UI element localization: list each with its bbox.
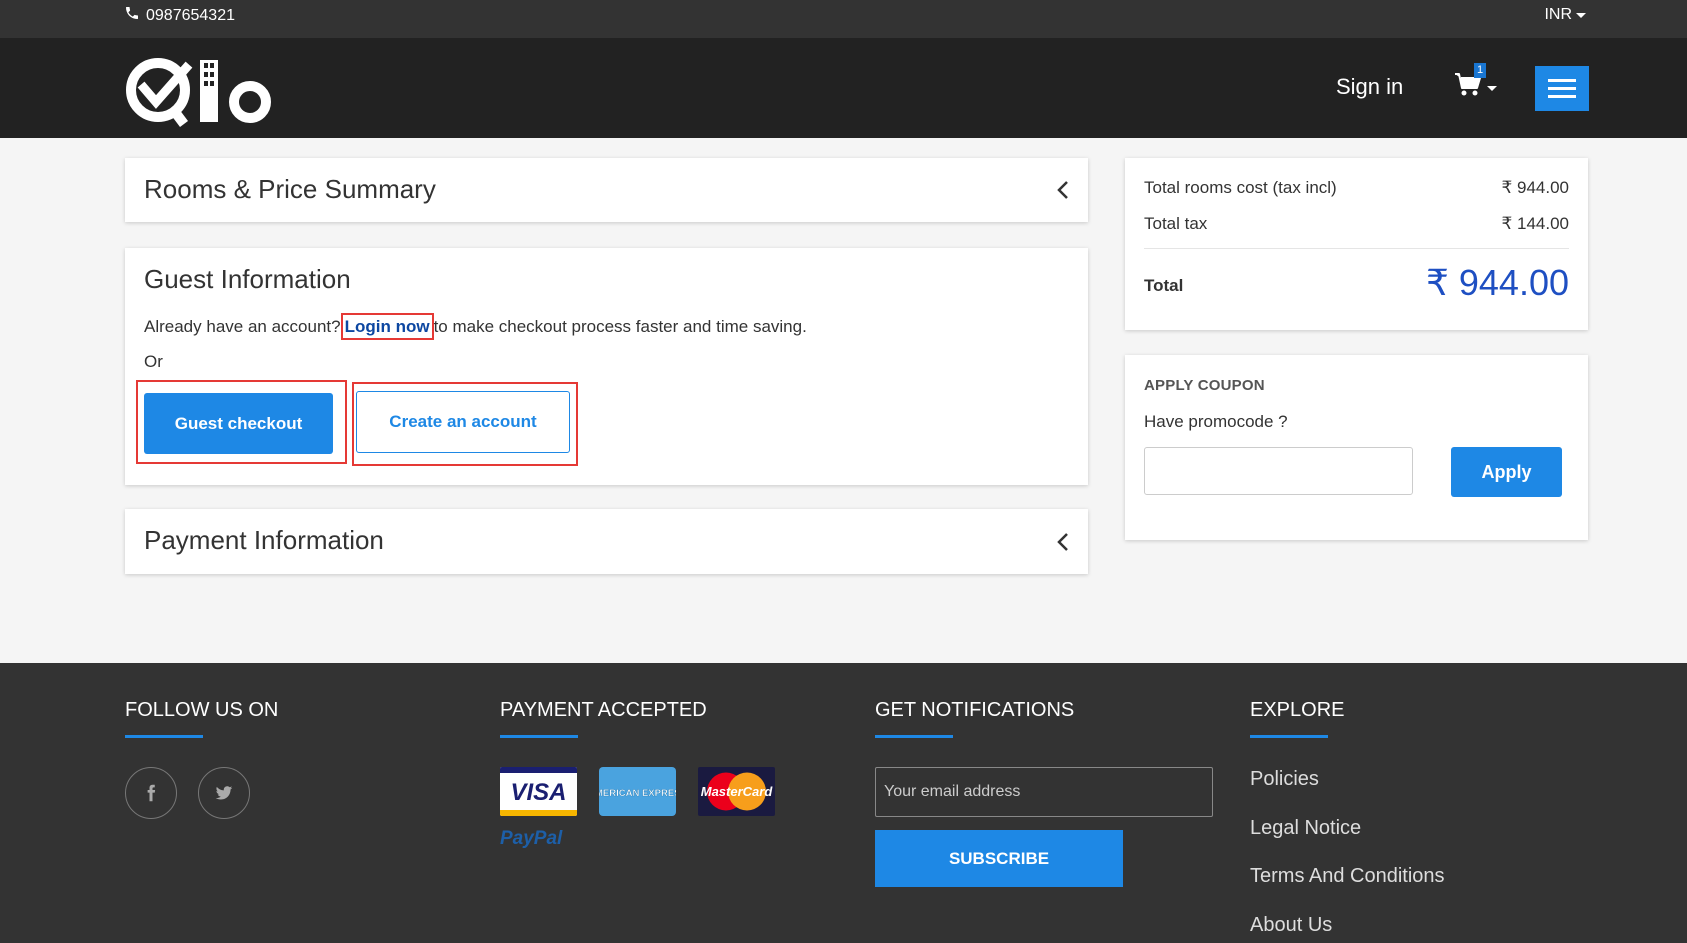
top-bar: 0987654321 INR <box>0 0 1687 38</box>
phone-number: 0987654321 <box>146 6 235 24</box>
coupon-heading: APPLY COUPON <box>1144 377 1265 394</box>
total-label: Total <box>1144 276 1184 295</box>
total-tax-value: ₹ 144.00 <box>1501 214 1569 233</box>
promocode-question: Have promocode ? <box>1144 412 1288 431</box>
account-prefix-text: Already have an account? <box>144 317 341 336</box>
payment-heading: PAYMENT ACCEPTED <box>500 699 707 721</box>
login-now-link[interactable]: Login now <box>340 313 434 340</box>
hamburger-menu-button[interactable] <box>1535 66 1589 111</box>
apply-coupon-button[interactable]: Apply <box>1451 447 1562 497</box>
payment-accepted-section: PAYMENT ACCEPTED <box>500 699 707 738</box>
visa-card-label: VISA <box>510 779 566 806</box>
paypal-logo: PayPal <box>500 828 563 849</box>
american-express-card-icon: AMERICAN EXPRESS <box>599 767 676 816</box>
price-summary-card: Total rooms cost (tax incl) ₹ 944.00 Tot… <box>1125 158 1588 330</box>
visa-card-icon: VISA <box>500 767 577 816</box>
footer-link-legal-notice[interactable]: Legal Notice <box>1250 817 1361 840</box>
rooms-price-summary-panel[interactable]: Rooms & Price Summary <box>125 158 1088 222</box>
chevron-left-icon[interactable] <box>1056 532 1070 552</box>
rooms-cost-value: ₹ 944.00 <box>1501 178 1569 197</box>
newsletter-email-input[interactable] <box>875 767 1213 817</box>
phone-icon <box>124 5 140 26</box>
explore-heading: EXPLORE <box>1250 699 1345 721</box>
total-tax-row: Total tax ₹ 144.00 <box>1144 214 1569 234</box>
account-suffix-text: to make checkout process faster and time… <box>433 317 807 336</box>
guest-checkout-button[interactable]: Guest checkout <box>144 393 333 454</box>
heading-underline <box>875 735 953 738</box>
panel-title: Rooms & Price Summary <box>144 174 436 204</box>
menu-bar <box>1548 87 1576 90</box>
menu-bar <box>1548 95 1576 98</box>
main-navbar: Sign in 1 <box>0 38 1687 138</box>
sign-in-link[interactable]: Sign in <box>1336 74 1403 100</box>
rooms-cost-label: Total rooms cost (tax incl) <box>1144 178 1337 197</box>
guest-information-panel: Guest Information Already have an accoun… <box>125 248 1088 485</box>
create-account-button[interactable]: Create an account <box>356 391 570 453</box>
panel-title: Payment Information <box>144 525 384 555</box>
heading-underline <box>1250 735 1328 738</box>
promocode-input[interactable] <box>1144 447 1413 495</box>
site-footer: FOLLOW US ON PAYMENT ACCEPTED VISA AMERI… <box>0 663 1687 943</box>
explore-section: EXPLORE <box>1250 699 1344 738</box>
payment-information-panel[interactable]: Payment Information <box>125 509 1088 574</box>
currency-label: INR <box>1544 6 1572 23</box>
rooms-cost-row: Total rooms cost (tax incl) ₹ 944.00 <box>1144 178 1569 198</box>
mastercard-label: MasterCard <box>701 784 774 799</box>
subscribe-button[interactable]: SUBSCRIBE <box>875 830 1123 887</box>
currency-selector[interactable]: INR <box>1544 6 1586 24</box>
amex-card-label: AMERICAN EXPRESS <box>599 788 676 799</box>
mastercard-card-icon: MasterCard <box>698 767 775 816</box>
footer-link-policies[interactable]: Policies <box>1250 768 1319 791</box>
phone-contact: 0987654321 <box>124 5 235 26</box>
footer-link-terms[interactable]: Terms And Conditions <box>1250 865 1445 888</box>
notifications-heading: GET NOTIFICATIONS <box>875 699 1075 721</box>
caret-down-icon <box>1487 86 1497 91</box>
cart-count-badge: 1 <box>1474 63 1487 78</box>
apply-coupon-card: APPLY COUPON Have promocode ? Apply <box>1125 355 1588 540</box>
total-tax-label: Total tax <box>1144 214 1208 233</box>
cart-button[interactable]: 1 <box>1454 63 1500 106</box>
twitter-icon[interactable] <box>198 767 250 819</box>
caret-down-icon <box>1576 12 1586 18</box>
menu-bar <box>1548 79 1576 82</box>
footer-link-about-us[interactable]: About Us <box>1250 914 1332 937</box>
total-value: ₹ 944.00 <box>1425 262 1569 303</box>
facebook-icon[interactable] <box>125 767 177 819</box>
panel-title: Guest Information <box>144 264 351 294</box>
chevron-left-icon[interactable] <box>1056 180 1070 200</box>
follow-heading: FOLLOW US ON <box>125 699 279 721</box>
heading-underline <box>500 735 578 738</box>
or-label: Or <box>144 352 163 371</box>
follow-us-section: FOLLOW US ON <box>125 699 278 738</box>
heading-underline <box>125 735 203 738</box>
divider <box>1144 248 1569 249</box>
account-prompt: Already have an account? Login now to make… <box>144 313 807 340</box>
notifications-section: GET NOTIFICATIONS <box>875 699 1074 738</box>
qlo-logo[interactable] <box>124 50 284 128</box>
